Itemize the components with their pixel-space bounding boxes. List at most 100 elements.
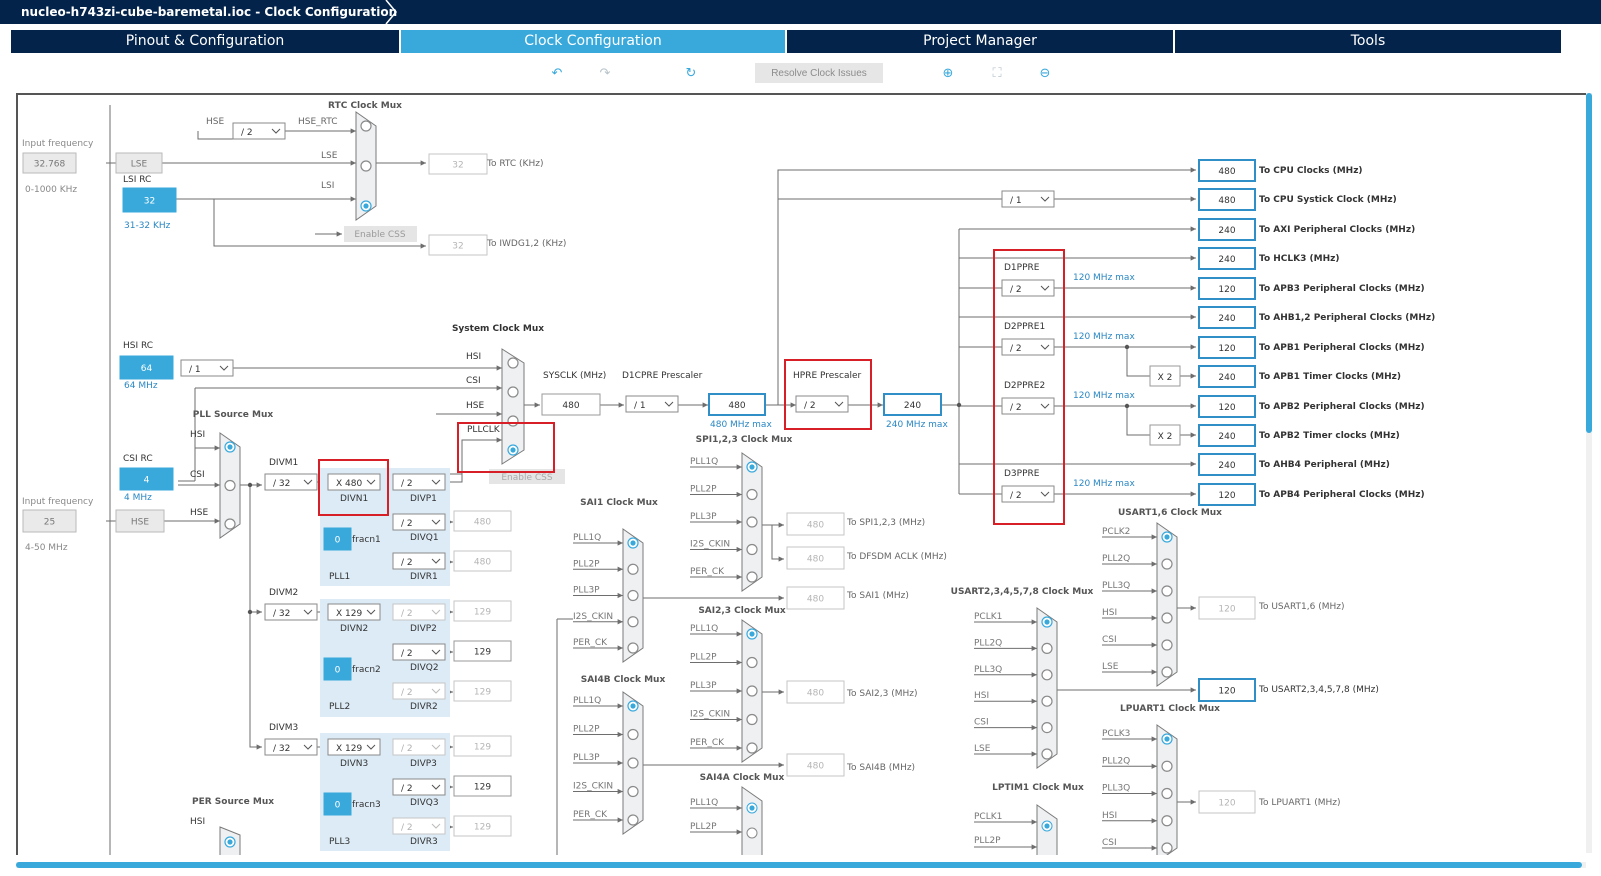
mux-radio[interactable] — [627, 785, 639, 798]
diagram-label: To AHB1,2 Peripheral Clocks (MHz) — [1259, 313, 1435, 323]
arrow-head — [1151, 790, 1157, 797]
arrow-head — [1031, 819, 1037, 825]
clock-output-2-value: 240 — [1218, 226, 1235, 236]
diagram-label: To APB2 Peripheral Clocks (MHz) — [1259, 402, 1425, 412]
arrow-head — [617, 703, 623, 709]
diagram-label: fracn1 — [352, 535, 381, 545]
vertical-scrollbar[interactable] — [1586, 93, 1592, 853]
diagram-label: LPUART1 Clock Mux — [1120, 704, 1220, 714]
arrow-head — [496, 365, 502, 371]
mux-radio[interactable] — [627, 814, 639, 826]
breadcrumb-chevron-icon — [385, 0, 397, 24]
mux-radio[interactable] — [627, 757, 639, 769]
mux-radio[interactable] — [746, 543, 758, 556]
tab-tools[interactable]: Tools — [1175, 30, 1561, 53]
zoom-in-icon[interactable]: ⊕ — [940, 66, 956, 82]
mux-radio[interactable] — [507, 415, 519, 427]
diagram-label: PLL3Q — [974, 665, 1002, 675]
arrow-head — [618, 402, 624, 408]
mux-radio[interactable] — [1161, 585, 1173, 597]
tab-pinout[interactable]: Pinout & Configuration — [11, 30, 399, 53]
arrow-head — [214, 518, 220, 524]
mux-radio[interactable] — [1161, 842, 1173, 854]
mux-radio[interactable] — [360, 120, 372, 132]
arrow-head — [1190, 196, 1196, 202]
arrow-head — [736, 491, 742, 498]
resolve-clock-issues-button[interactable]: Resolve Clock Issues — [755, 63, 883, 83]
usart2-clock-mux[interactable] — [1036, 607, 1058, 769]
junction-dot — [247, 609, 253, 615]
mux-radio[interactable] — [1161, 666, 1173, 678]
sai4a-clock-mux[interactable] — [741, 786, 763, 855]
wire — [1126, 406, 1150, 436]
horizontal-scroll-thumb[interactable] — [16, 862, 1582, 868]
diagram-label: SAI4B Clock Mux — [581, 675, 666, 685]
mux-radio[interactable] — [627, 728, 639, 741]
pll1-divn-dropdown-value: X 480 — [336, 479, 362, 489]
mux-radio[interactable] — [746, 685, 758, 697]
mux-radio[interactable] — [1041, 695, 1053, 707]
zoom-out-icon[interactable]: ⊖ — [1037, 66, 1053, 82]
mux-radio[interactable] — [746, 827, 758, 839]
mux-radio[interactable] — [746, 656, 758, 669]
pll1-r-output-value: 480 — [474, 558, 491, 568]
diagram-label: LSE — [321, 151, 338, 161]
clock-output-10-value: 240 — [1218, 461, 1235, 471]
mux-radio[interactable] — [627, 589, 639, 602]
mux-radio[interactable] — [360, 160, 372, 172]
mux-radio[interactable] — [507, 357, 519, 369]
d3ppre-prescaler-dropdown-value: / 2 — [1010, 491, 1022, 501]
redo-icon[interactable]: ↷ — [597, 66, 613, 82]
diagram-label: fracn3 — [352, 800, 381, 810]
mux-radio[interactable] — [1161, 815, 1173, 827]
mux-radio[interactable] — [627, 616, 639, 628]
clock-output-11-value: 120 — [1218, 491, 1235, 501]
diagram-label: HSI — [466, 352, 481, 362]
mux-radio[interactable] — [224, 479, 236, 492]
horizontal-scrollbar[interactable] — [16, 862, 1586, 868]
mux-radio[interactable] — [1161, 558, 1173, 570]
breadcrumb-project[interactable]: nucleo-h743zi-cube-baremetal.ioc - Clock… — [0, 0, 421, 24]
mux-radio[interactable] — [1041, 669, 1053, 681]
mux-radio[interactable] — [627, 563, 639, 575]
mux-radio[interactable] — [746, 488, 758, 501]
mux-radio[interactable] — [1161, 787, 1173, 800]
mux-radio[interactable] — [507, 386, 519, 398]
pll2-divn-dropdown-value: X 129 — [336, 609, 362, 619]
mux-radio[interactable] — [1161, 760, 1173, 772]
mux-radio[interactable] — [1161, 639, 1173, 651]
diagram-label: PER_CK — [690, 738, 725, 748]
pll2-divq-dropdown-value: / 2 — [401, 649, 413, 659]
diagram-label: To APB1 Timer Clocks (MHz) — [1259, 372, 1401, 382]
diagram-label: HSI — [1102, 608, 1117, 618]
tab-clock-configuration[interactable]: Clock Configuration — [401, 30, 785, 53]
mux-radio[interactable] — [224, 518, 236, 530]
diagram-label: PLL1Q — [690, 624, 718, 634]
mux-radio[interactable] — [746, 713, 758, 726]
arrow-head — [736, 829, 742, 835]
fit-icon[interactable]: ⛶ — [989, 66, 1005, 82]
tab-project-manager[interactable]: Project Manager — [787, 30, 1173, 53]
clock-output-1-value: 480 — [1218, 196, 1235, 206]
mux-radio[interactable] — [746, 516, 758, 528]
pll1-divm-dropdown-value: / 32 — [273, 479, 290, 489]
refresh-icon[interactable]: ↻ — [683, 66, 699, 82]
diagram-label: DIVQ2 — [410, 663, 439, 673]
usart16-clock-mux[interactable] — [1156, 522, 1178, 687]
mux-radio-dot — [630, 703, 636, 709]
mux-radio[interactable] — [1041, 642, 1053, 655]
mux-radio[interactable] — [1041, 721, 1053, 734]
lpuart-output-value: 120 — [1218, 799, 1235, 809]
mux-radio[interactable] — [1041, 748, 1053, 760]
clock-output-4-value: 120 — [1218, 285, 1235, 295]
mux-radio[interactable] — [1161, 612, 1173, 624]
mux-radio[interactable] — [627, 642, 639, 654]
arrow-head — [1190, 167, 1196, 173]
mux-radio[interactable] — [746, 742, 758, 754]
vertical-scroll-thumb[interactable] — [1586, 93, 1592, 433]
diagram-label: I2S_CKIN — [573, 612, 613, 622]
arrow-head — [778, 762, 784, 768]
wire — [197, 131, 233, 140]
mux-radio[interactable] — [746, 571, 758, 583]
undo-icon[interactable]: ↶ — [549, 66, 565, 82]
